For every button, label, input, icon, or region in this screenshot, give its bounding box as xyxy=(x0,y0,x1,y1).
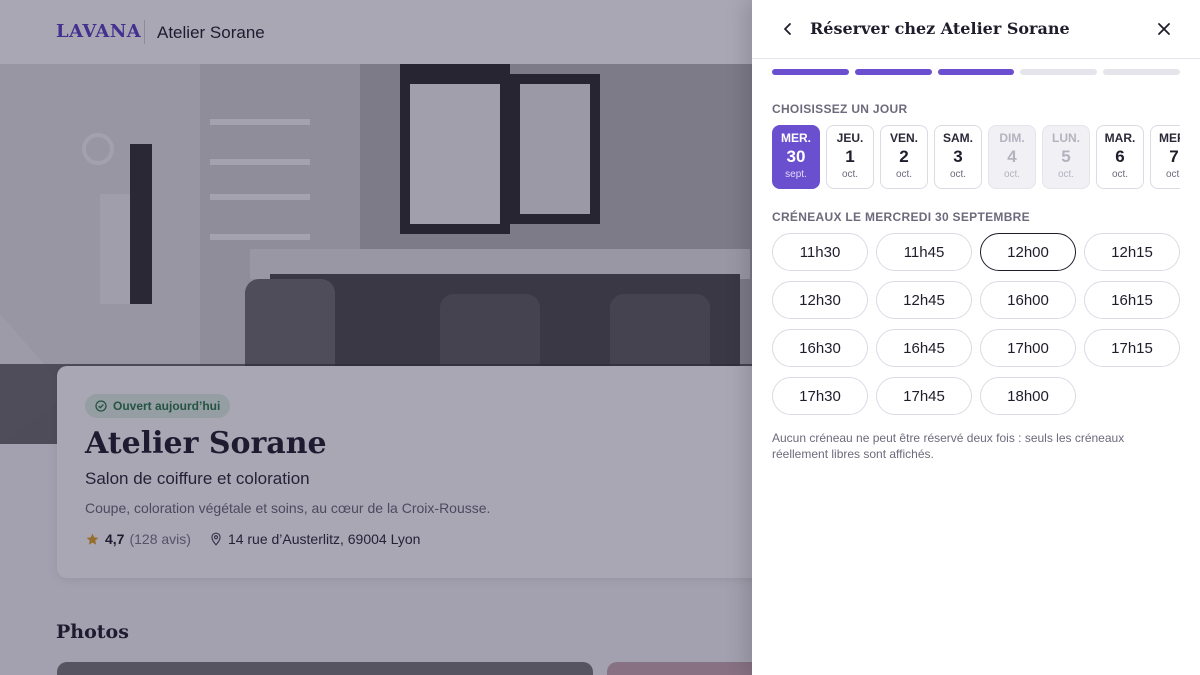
day-option-weekday: MER. xyxy=(1159,131,1180,145)
chevron-left-icon xyxy=(784,23,791,35)
progress-step-pending xyxy=(1020,69,1098,75)
day-option-month: oct. xyxy=(895,169,913,180)
day-option-month: oct. xyxy=(949,169,967,180)
day-option-month: oct. xyxy=(1003,169,1021,180)
booking-panel: Réserver chez Atelier Sorane CHOISISSEZ … xyxy=(752,0,1200,675)
days-section-label: CHOISISSEZ UN JOUR xyxy=(772,102,908,116)
slots-section-label: CRÉNEAUX LE MERCREDI 30 SEPTEMBRE xyxy=(772,210,1030,224)
day-option[interactable]: SAM. 3 oct. xyxy=(934,125,982,189)
booking-panel-title: Réserver chez Atelier Sorane xyxy=(810,19,1070,38)
time-slot-button[interactable]: 11h45 xyxy=(876,233,972,271)
day-option[interactable]: VEN. 2 oct. xyxy=(880,125,928,189)
day-option[interactable]: MER. 7 oct. xyxy=(1150,125,1180,189)
time-slot-button[interactable]: 12h45 xyxy=(876,281,972,319)
progress-step-pending xyxy=(1103,69,1180,75)
day-option-weekday: MER. xyxy=(781,131,811,145)
day-option-date: 2 xyxy=(899,147,909,166)
time-slot-button[interactable]: 17h15 xyxy=(1084,329,1180,367)
day-option: DIM. 4 oct. xyxy=(988,125,1036,189)
day-option-month: oct. xyxy=(841,169,859,180)
day-option-weekday: DIM. xyxy=(999,131,1025,145)
progress-step-done xyxy=(854,69,932,75)
day-option-weekday: LUN. xyxy=(1052,131,1080,145)
close-icon xyxy=(1158,23,1170,35)
day-option-weekday: MAR. xyxy=(1104,131,1136,145)
day-option-date: 3 xyxy=(953,147,963,166)
day-option[interactable]: MER. 30 sept. xyxy=(772,125,820,189)
day-option-date: 5 xyxy=(1061,147,1071,166)
time-slot-grid: 11h30 11h45 12h00 12h15 12h30 12h45 16h00 16h15… xyxy=(772,233,1180,415)
time-slot-button[interactable]: 12h30 xyxy=(772,281,868,319)
close-button[interactable] xyxy=(1152,16,1176,42)
day-option-weekday: JEU. xyxy=(836,131,864,145)
time-slot-button[interactable]: 11h30 xyxy=(772,233,868,271)
day-option-date: 1 xyxy=(845,147,855,166)
booking-progress xyxy=(772,69,1180,75)
day-option: LUN. 5 oct. xyxy=(1042,125,1090,189)
back-button[interactable] xyxy=(776,16,800,42)
time-slot-button[interactable]: 17h00 xyxy=(980,329,1076,367)
time-slot-button[interactable]: 12h15 xyxy=(1084,233,1180,271)
time-slot-button[interactable]: 18h00 xyxy=(980,377,1076,415)
day-option-date: 30 xyxy=(786,147,806,166)
time-slot-button[interactable]: 16h00 xyxy=(980,281,1076,319)
day-option[interactable]: JEU. 1 oct. xyxy=(826,125,874,189)
day-option-month: oct. xyxy=(1057,169,1075,180)
day-option-date: 6 xyxy=(1115,147,1125,166)
booking-panel-header: Réserver chez Atelier Sorane xyxy=(752,0,1200,59)
progress-step-done xyxy=(772,69,849,75)
day-option-weekday: VEN. xyxy=(889,131,918,145)
day-option-month: sept. xyxy=(785,169,807,180)
day-option-month: oct. xyxy=(1111,169,1129,180)
day-option[interactable]: MAR. 6 oct. xyxy=(1096,125,1144,189)
time-slot-button[interactable]: 12h00 xyxy=(980,233,1076,271)
day-picker: MER. 30 sept. JEU. 1 oct. VEN. 2 oct. SAM. 3 oct. DI… xyxy=(772,125,1180,189)
time-slot-button[interactable]: 16h45 xyxy=(876,329,972,367)
availability-note: Aucun créneau ne peut être réservé deux … xyxy=(772,431,1125,461)
progress-step-done xyxy=(937,69,1015,75)
time-slot-button[interactable]: 17h45 xyxy=(876,377,972,415)
day-option-weekday: SAM. xyxy=(943,131,973,145)
time-slot-button[interactable]: 16h30 xyxy=(772,329,868,367)
time-slot-button[interactable]: 16h15 xyxy=(1084,281,1180,319)
day-option-month: oct. xyxy=(1165,169,1180,180)
day-option-date: 4 xyxy=(1007,147,1017,166)
day-picker-track: MER. 30 sept. JEU. 1 oct. VEN. 2 oct. SAM. 3 oct. DI… xyxy=(772,125,1180,189)
time-slot-button[interactable]: 17h30 xyxy=(772,377,868,415)
day-option-date: 7 xyxy=(1169,147,1179,166)
